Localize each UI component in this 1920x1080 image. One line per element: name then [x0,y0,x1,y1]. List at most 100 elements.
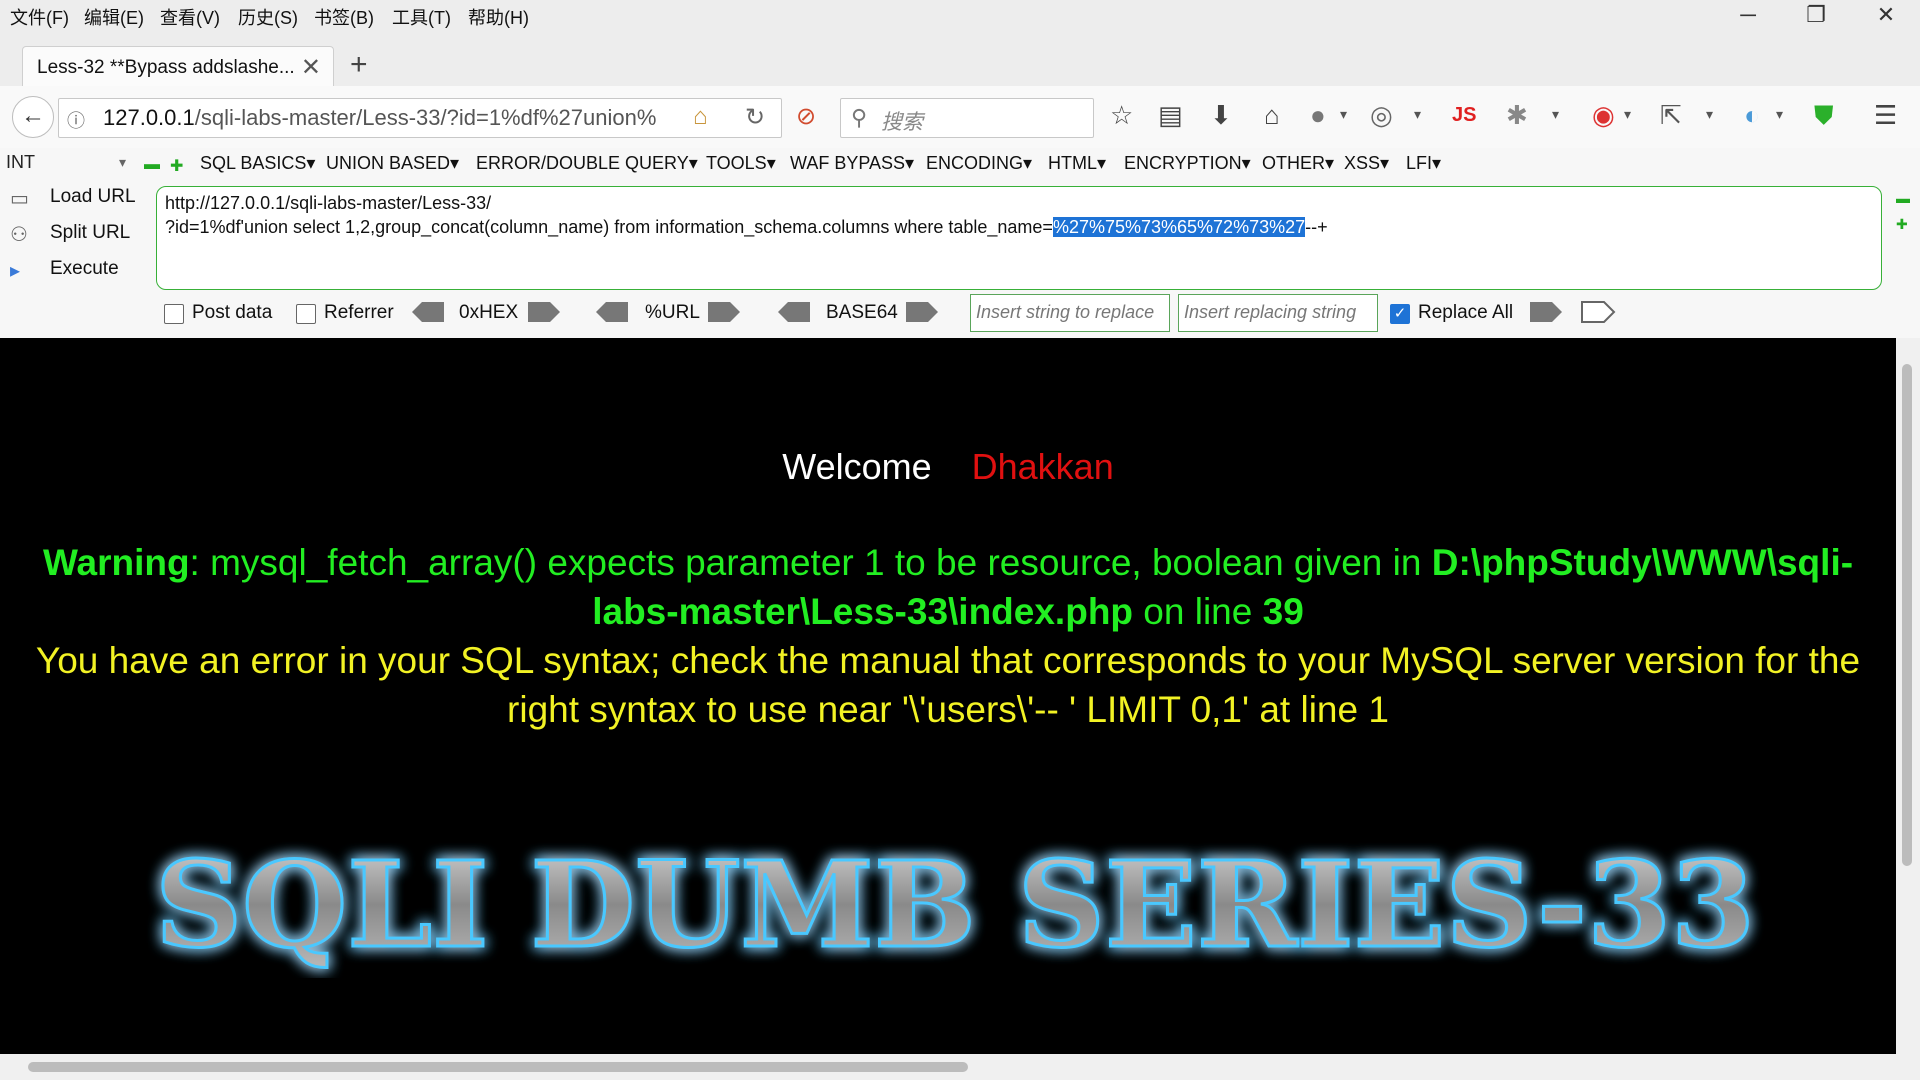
replace-next-arrow-icon[interactable] [1580,300,1616,324]
replace-all-label: Replace All [1418,302,1514,323]
navigation-bar: ← ⓘ 127.0.0.1/sqli-labs-master/Less-33/?… [0,86,1920,149]
url-host: 127.0.0.1 [103,105,195,130]
search-box[interactable]: ⚲ 搜索 [840,98,1094,138]
replace-apply-arrow-icon[interactable] [1528,300,1564,324]
replace-string-input[interactable]: Insert string to replace [970,294,1170,332]
extension-red-icon[interactable]: ◉ [1592,100,1615,131]
menu-encryption[interactable]: ENCRYPTION▾ [1124,153,1251,174]
menu-edit[interactable]: 编辑(E) [84,4,144,30]
shrink-icon[interactable]: ▬ [1896,190,1910,206]
bug-icon[interactable]: ✱ [1506,100,1528,131]
decrease-icon[interactable]: ▬ [144,156,160,174]
search-icon: ⚲ [851,105,868,130]
url-encode-label: %URL [645,302,700,323]
sql-error-message: You have an error in your SQL syntax; ch… [35,640,1861,730]
url-bar[interactable]: ⓘ 127.0.0.1/sqli-labs-master/Less-33/?id… [58,98,782,138]
execute-button[interactable]: ▸ Execute [6,254,146,286]
post-data-checkbox[interactable] [164,304,184,324]
tab-strip: Less-32 **Bypass addslashe... ✕ + [0,30,1920,89]
page-content: Welcome Dhakkan Warning: mysql_fetch_arra… [0,338,1896,1054]
base64-decode-arrow-icon[interactable] [776,300,812,324]
split-url-button[interactable]: ⚇ Split URL [6,218,146,250]
load-icon: ▭ [10,188,29,210]
menu-union-based[interactable]: UNION BASED▾ [326,153,459,174]
home-page-icon[interactable]: ⌂ [693,103,708,131]
vertical-scrollbar[interactable] [1896,338,1920,1054]
menu-error-double-query[interactable]: ERROR/DOUBLE QUERY▾ [476,153,698,174]
url-decode-arrow-icon[interactable] [594,300,630,324]
menu-tools[interactable]: 工具(T) [392,4,451,30]
hackbar-panel: INT ▾ ▬ ✚ SQL BASICS▾ UNION BASED▾ ERROR… [0,148,1920,338]
chevron-down-icon[interactable]: ▾ [1624,106,1631,123]
replacing-string-input[interactable]: Insert replacing string [1178,294,1378,332]
url-path: /sqli-labs-master/Less-33/?id=1%df%27uni… [194,105,657,130]
back-button[interactable]: ← [12,96,54,138]
menu-file[interactable]: 文件(F) [10,4,69,30]
url-text[interactable]: 127.0.0.1/sqli-labs-master/Less-33/?id=1… [103,105,713,131]
url-line-2-suffix: --+ [1305,217,1328,237]
menu-bookmarks[interactable]: 书签(B) [314,4,374,30]
warning-label: Warning [42,542,190,583]
browser-tab[interactable]: Less-32 **Bypass addslashe... ✕ [22,46,334,89]
injection-type-value: INT [6,152,35,172]
menu-html[interactable]: HTML▾ [1048,153,1106,174]
shield-icon[interactable]: ⛊ [1814,100,1834,132]
url-line-2-prefix: ?id=1%df'union select 1,2,group_concat(c… [165,217,1053,237]
menu-other[interactable]: OTHER▾ [1262,153,1334,174]
url-textarea[interactable]: http://127.0.0.1/sqli-labs-master/Less-3… [156,186,1882,290]
url-encode-arrow-icon[interactable] [706,300,742,324]
info-icon[interactable]: ⓘ [67,107,85,133]
chevron-down-icon[interactable]: ▾ [1706,106,1713,123]
share-icon[interactable]: ⇱ [1660,100,1682,131]
reading-list-icon[interactable]: ▤ [1158,100,1183,131]
home-icon[interactable]: ⌂ [1264,100,1280,131]
chevron-down-icon[interactable]: ▾ [1340,106,1347,123]
load-url-label: Load URL [50,186,136,207]
hex-decode-arrow-icon[interactable] [410,300,446,324]
replace-string-placeholder: Insert string to replace [976,302,1155,322]
bookmark-star-icon[interactable]: ☆ [1110,100,1133,131]
translate-icon[interactable]: ◐ [1744,100,1760,131]
chevron-down-icon[interactable]: ▾ [1414,106,1421,123]
menu-xss[interactable]: XSS▾ [1344,153,1389,174]
close-window-button[interactable]: ✕ [1866,2,1906,28]
referrer-checkbox[interactable] [296,304,316,324]
hex-encode-arrow-icon[interactable] [526,300,562,324]
block-icon[interactable]: ⊘ [796,102,816,131]
chevron-down-icon[interactable]: ▾ [1552,106,1559,123]
horizontal-scroll-thumb[interactable] [28,1062,968,1072]
vertical-scroll-thumb[interactable] [1902,364,1912,866]
minimize-button[interactable]: ─ [1728,2,1768,28]
chevron-down-icon[interactable]: ▾ [1776,106,1783,123]
referrer-label: Referrer [324,302,394,323]
hamburger-menu-icon[interactable]: ☰ [1874,100,1897,131]
play-icon: ▸ [10,260,21,282]
menu-tools[interactable]: TOOLS▾ [706,153,776,174]
selected-text: %27%75%73%65%72%73%27 [1052,217,1306,237]
load-url-button[interactable]: ▭ Load URL [6,182,146,214]
injection-type-select[interactable]: INT ▾ [6,152,130,176]
download-icon[interactable]: ⬇ [1210,100,1232,131]
url-line-2: ?id=1%df'union select 1,2,group_concat(c… [165,217,1328,238]
tab-close-icon[interactable]: ✕ [301,53,321,82]
menu-lfi[interactable]: LFI▾ [1406,153,1441,174]
reload-icon[interactable]: ↻ [745,103,765,132]
palette-icon[interactable]: ◎ [1370,100,1393,131]
increase-icon[interactable]: ✚ [170,156,183,176]
hex-label: 0xHEX [459,302,519,323]
expand-icon[interactable]: ✚ [1896,216,1908,233]
replace-all-checkbox[interactable]: ✓ [1390,304,1410,324]
menu-encoding[interactable]: ENCODING▾ [926,153,1032,174]
menu-history[interactable]: 历史(S) [238,4,298,30]
globe-icon[interactable]: ● [1310,100,1326,131]
menu-sql-basics[interactable]: SQL BASICS▾ [200,153,315,174]
restore-button[interactable]: ❐ [1796,2,1836,28]
menu-help[interactable]: 帮助(H) [468,4,529,30]
menu-view[interactable]: 查看(V) [160,4,220,30]
post-data-label: Post data [192,302,273,323]
base64-encode-arrow-icon[interactable] [904,300,940,324]
menu-waf-bypass[interactable]: WAF BYPASS▾ [790,153,914,174]
new-tab-button[interactable]: + [350,48,368,82]
horizontal-scrollbar[interactable] [0,1054,1920,1080]
javascript-icon[interactable]: JS [1452,104,1476,127]
